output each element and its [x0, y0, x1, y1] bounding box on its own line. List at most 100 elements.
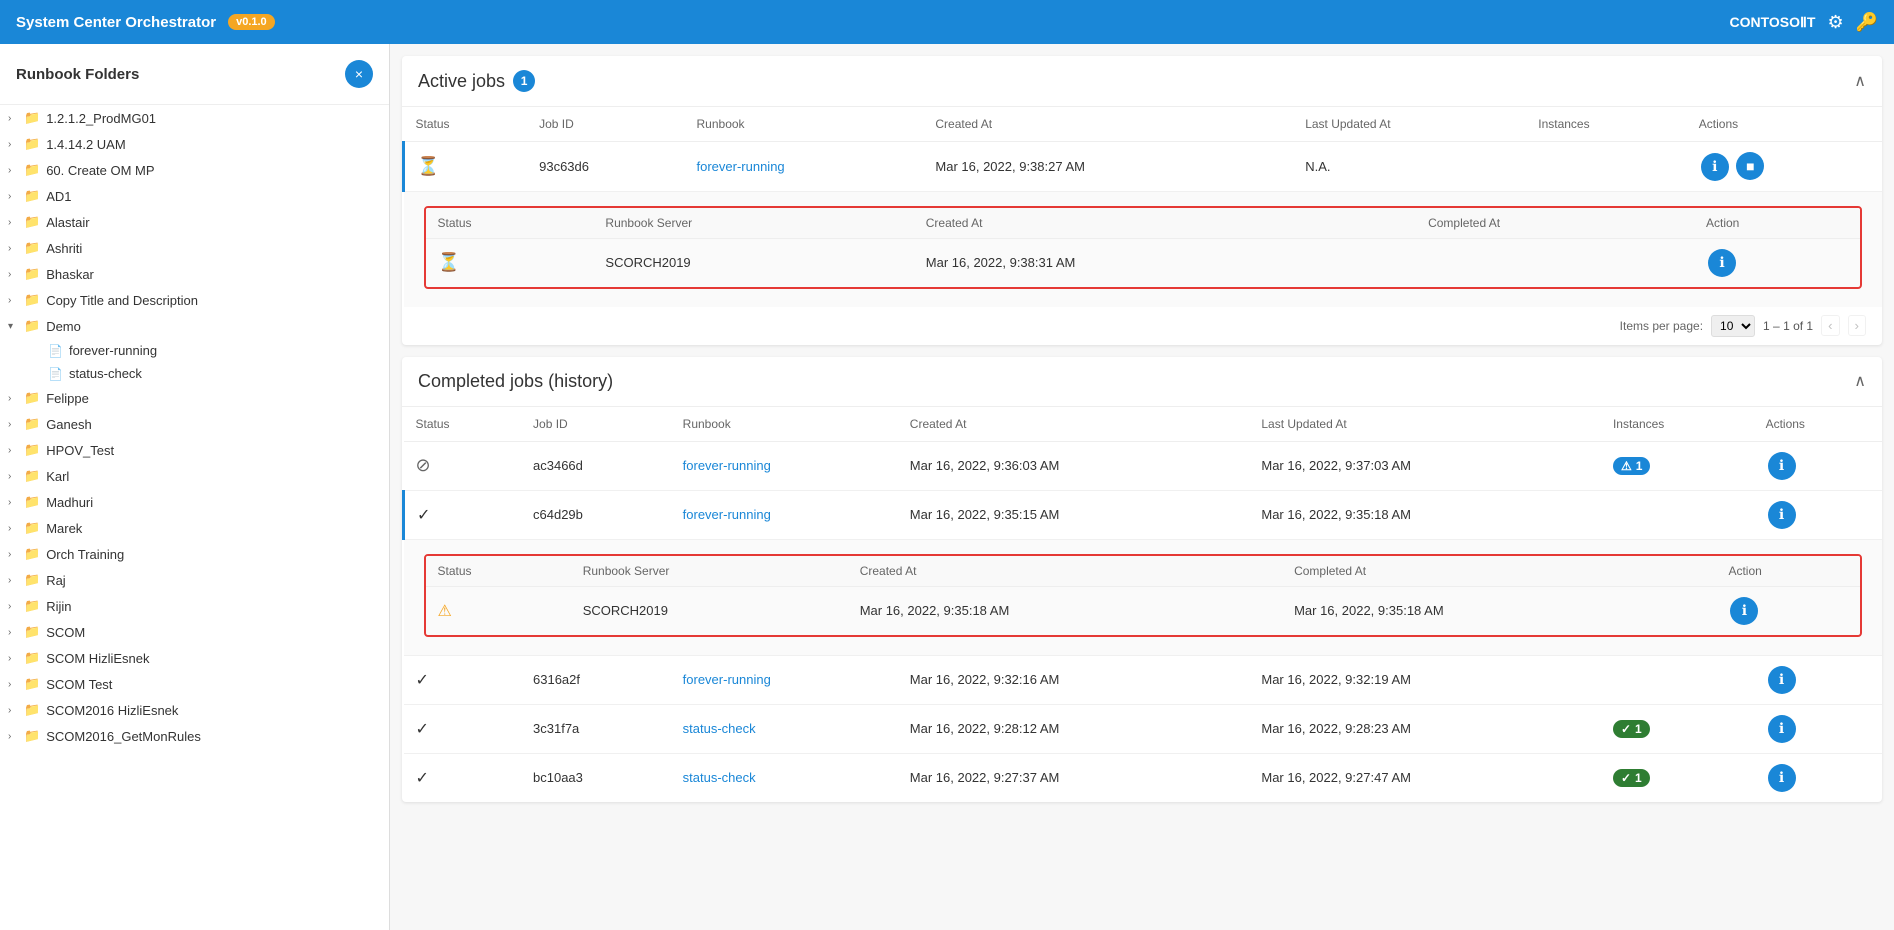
- sidebar-item-scom2016-hizli[interactable]: ›📁SCOM2016 HizliEsnek: [0, 697, 389, 723]
- active-jobs-collapse-button[interactable]: ∧: [1854, 71, 1866, 91]
- info-button[interactable]: ℹ: [1768, 715, 1796, 743]
- sidebar-item-ashriti[interactable]: ›📁Ashriti: [0, 235, 389, 261]
- info-button[interactable]: ℹ: [1730, 597, 1758, 625]
- close-sidebar-button[interactable]: ×: [345, 60, 373, 88]
- sidebar-folder-header-alastair[interactable]: ›📁Alastair: [0, 209, 389, 235]
- settings-icon[interactable]: ⚙: [1827, 12, 1843, 33]
- sidebar-item-1414[interactable]: ›📁1.4.14.2 UAM: [0, 131, 389, 157]
- runbook-link[interactable]: status-check: [683, 721, 756, 736]
- sidebar-item-status-check[interactable]: 📄status-check: [24, 362, 389, 385]
- sidebar-folder-header-scom2016-hizli[interactable]: ›📁SCOM2016 HizliEsnek: [0, 697, 389, 723]
- main-layout: Runbook Folders × ›📁1.2.1.2_ProdMG01›📁1.…: [0, 44, 1894, 930]
- sidebar-item-madhuri[interactable]: ›📁Madhuri: [0, 489, 389, 515]
- items-per-page-select[interactable]: 10 25 50: [1711, 315, 1755, 337]
- sidebar-folder-header-ad1[interactable]: ›📁AD1: [0, 183, 389, 209]
- chevron-right-icon: ›: [8, 497, 24, 508]
- sidebar-item-felippe[interactable]: ›📁Felippe: [0, 385, 389, 411]
- sidebar-folder-header-madhuri[interactable]: ›📁Madhuri: [0, 489, 389, 515]
- info-button[interactable]: ℹ: [1768, 501, 1796, 529]
- sidebar-folder-header-marek[interactable]: ›📁Marek: [0, 515, 389, 541]
- created-at-cell: Mar 16, 2022, 9:36:03 AM: [898, 441, 1250, 490]
- sidebar-item-ad1[interactable]: ›📁AD1: [0, 183, 389, 209]
- sub-created-cell: Mar 16, 2022, 9:38:31 AM: [914, 238, 1416, 287]
- col-actions: Actions: [1754, 407, 1882, 442]
- sidebar-item-60[interactable]: ›📁60. Create OM MP: [0, 157, 389, 183]
- sidebar-item-scom2016-get[interactable]: ›📁SCOM2016_GetMonRules: [0, 723, 389, 749]
- info-button[interactable]: ℹ: [1768, 666, 1796, 694]
- last-updated-cell: Mar 16, 2022, 9:37:03 AM: [1249, 441, 1601, 490]
- sidebar-folder-header-1212[interactable]: ›📁1.2.1.2_ProdMG01: [0, 105, 389, 131]
- active-jobs-count: 1: [513, 70, 535, 92]
- runbook-cell: forever-running: [671, 490, 898, 539]
- sidebar-item-karl[interactable]: ›📁Karl: [0, 463, 389, 489]
- sidebar-item-copy-title[interactable]: ›📁Copy Title and Description: [0, 287, 389, 313]
- folder-icon: 📁: [24, 292, 40, 308]
- folder-icon: 📁: [24, 598, 40, 614]
- info-button[interactable]: ℹ: [1708, 249, 1736, 277]
- sidebar-item-rijin[interactable]: ›📁Rijin: [0, 593, 389, 619]
- sub-col-status: Status: [426, 556, 571, 587]
- runbook-cell: forever-running: [685, 142, 924, 192]
- sidebar-item-ganesh[interactable]: ›📁Ganesh: [0, 411, 389, 437]
- user-icon[interactable]: 🔑: [1856, 12, 1878, 33]
- sidebar-item-raj[interactable]: ›📁Raj: [0, 567, 389, 593]
- runbook-link[interactable]: forever-running: [683, 672, 771, 687]
- folder-icon: 📁: [24, 214, 40, 230]
- sidebar-item-demo[interactable]: ▾📁Demo📄forever-running📄status-check: [0, 313, 389, 385]
- info-button[interactable]: ℹ: [1768, 764, 1796, 792]
- sidebar-folder-header-hpov[interactable]: ›📁HPOV_Test: [0, 437, 389, 463]
- sidebar-item-marek[interactable]: ›📁Marek: [0, 515, 389, 541]
- prev-page-button[interactable]: ‹: [1821, 315, 1839, 336]
- sidebar-item-alastair[interactable]: ›📁Alastair: [0, 209, 389, 235]
- sidebar-folder-header-orch-training[interactable]: ›📁Orch Training: [0, 541, 389, 567]
- sidebar-folder-header-rijin[interactable]: ›📁Rijin: [0, 593, 389, 619]
- folder-label: SCOM: [46, 625, 85, 640]
- job-id-cell: 93c63d6: [527, 142, 684, 192]
- sidebar-item-bhaskar[interactable]: ›📁Bhaskar: [0, 261, 389, 287]
- actions-cell: ℹ: [1754, 490, 1882, 539]
- sidebar-folder-header-copy-title[interactable]: ›📁Copy Title and Description: [0, 287, 389, 313]
- sidebar-item-hpov[interactable]: ›📁HPOV_Test: [0, 437, 389, 463]
- sidebar-folder-header-bhaskar[interactable]: ›📁Bhaskar: [0, 261, 389, 287]
- sidebar-item-orch-training[interactable]: ›📁Orch Training: [0, 541, 389, 567]
- sidebar-folder-header-ganesh[interactable]: ›📁Ganesh: [0, 411, 389, 437]
- stop-button[interactable]: ■: [1736, 152, 1764, 180]
- sidebar-folder-header-scom-hizli[interactable]: ›📁SCOM HizliEsnek: [0, 645, 389, 671]
- sidebar-folder-header-1414[interactable]: ›📁1.4.14.2 UAM: [0, 131, 389, 157]
- sidebar-folder-demo[interactable]: ▾📁Demo: [0, 313, 389, 339]
- table-row: ✓ 6316a2f forever-running Mar 16, 2022, …: [404, 655, 1883, 704]
- sidebar-folder-header-60[interactable]: ›📁60. Create OM MP: [0, 157, 389, 183]
- check-mark: ✓: [1621, 722, 1631, 736]
- sidebar-folder-header-karl[interactable]: ›📁Karl: [0, 463, 389, 489]
- sidebar-folder-header-scom2016-get[interactable]: ›📁SCOM2016_GetMonRules: [0, 723, 389, 749]
- sub-created-cell: Mar 16, 2022, 9:35:18 AM: [848, 586, 1282, 635]
- hourglass-icon: ⏳: [417, 156, 439, 176]
- info-button[interactable]: ℹ: [1701, 153, 1729, 181]
- sidebar-item-scom[interactable]: ›📁SCOM: [0, 619, 389, 645]
- check-icon: ✓: [416, 770, 429, 787]
- sidebar-item-forever-running[interactable]: 📄forever-running: [24, 339, 389, 362]
- runbook-link[interactable]: status-check: [683, 770, 756, 785]
- next-page-button[interactable]: ›: [1848, 315, 1866, 336]
- sidebar-item-scom-hizli[interactable]: ›📁SCOM HizliEsnek: [0, 645, 389, 671]
- chevron-right-icon: ›: [8, 679, 24, 690]
- folder-label: HPOV_Test: [46, 443, 114, 458]
- sidebar-folder-header-scom[interactable]: ›📁SCOM: [0, 619, 389, 645]
- runbook-link[interactable]: forever-running: [683, 458, 771, 473]
- chevron-right-icon: ›: [8, 731, 24, 742]
- actions-cell: ℹ: [1754, 704, 1882, 753]
- active-jobs-title-row: Active jobs 1: [418, 70, 535, 92]
- sidebar-folder-header-ashriti[interactable]: ›📁Ashriti: [0, 235, 389, 261]
- runbook-link[interactable]: forever-running: [683, 507, 771, 522]
- sidebar-folder-header-scom-test[interactable]: ›📁SCOM Test: [0, 671, 389, 697]
- status-cell: ✓: [404, 655, 522, 704]
- completed-jobs-collapse-button[interactable]: ∧: [1854, 371, 1866, 391]
- sidebar-folder-header-raj[interactable]: ›📁Raj: [0, 567, 389, 593]
- table-row: ✓ 3c31f7a status-check Mar 16, 2022, 9:2…: [404, 704, 1883, 753]
- runbook-link[interactable]: forever-running: [697, 159, 785, 174]
- sidebar-item-scom-test[interactable]: ›📁SCOM Test: [0, 671, 389, 697]
- sidebar-folder-header-felippe[interactable]: ›📁Felippe: [0, 385, 389, 411]
- sub-server-cell: SCORCH2019: [571, 586, 848, 635]
- info-button[interactable]: ℹ: [1768, 452, 1796, 480]
- sidebar-item-1212[interactable]: ›📁1.2.1.2_ProdMG01: [0, 105, 389, 131]
